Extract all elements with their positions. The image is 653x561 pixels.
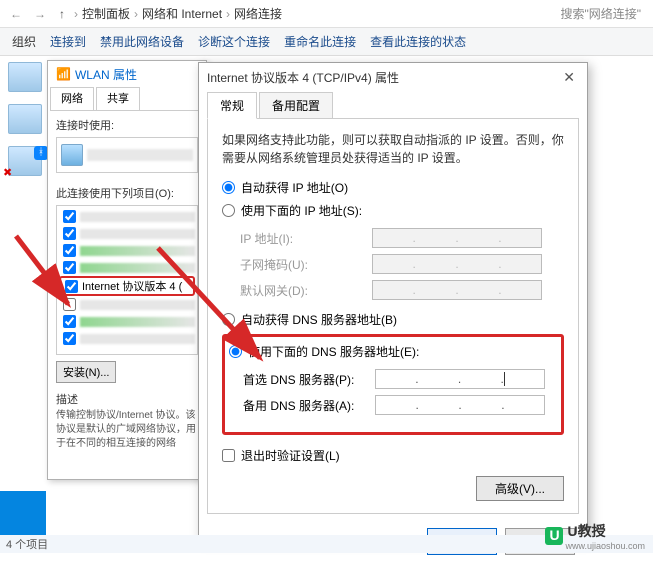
- item-checkbox[interactable]: [63, 332, 76, 345]
- desc-heading: 描述: [56, 391, 198, 407]
- bluetooth-icon: ᚼ: [34, 146, 48, 160]
- list-item[interactable]: [59, 330, 195, 347]
- radio-manual-ip-label: 使用下面的 IP 地址(S):: [241, 202, 362, 219]
- watermark-url: www.ujiaoshou.com: [565, 541, 645, 551]
- nav-fwd-icon: →: [28, 2, 52, 26]
- watermark-brand: U教授: [567, 521, 645, 541]
- item-checkbox[interactable]: [63, 298, 76, 311]
- radio-manual-ip[interactable]: 使用下面的 IP 地址(S):: [222, 202, 564, 219]
- radio-auto-ip-label: 自动获得 IP 地址(O): [241, 179, 348, 196]
- crumb-network-internet[interactable]: 网络和 Internet: [140, 5, 224, 22]
- wifi-icon: 📶: [56, 67, 71, 81]
- toolbar-rename[interactable]: 重命名此连接: [278, 33, 362, 50]
- radio-manual-dns-input[interactable]: [229, 345, 242, 358]
- radio-auto-dns-input[interactable]: [222, 313, 235, 326]
- radio-auto-ip-input[interactable]: [222, 181, 235, 194]
- label-gateway: 默认网关(D):: [240, 282, 372, 299]
- dialog-title: Internet 协议版本 4 (TCP/IPv4) 属性: [207, 69, 399, 86]
- tab-share[interactable]: 共享: [96, 87, 140, 110]
- watermark: U教授 www.ujiaoshou.com: [545, 521, 645, 551]
- input-dns1[interactable]: ...: [375, 369, 545, 389]
- dialog-title-bar: 📶 WLAN 属性: [48, 61, 206, 87]
- toolbar-diagnose[interactable]: 诊断这个连接: [192, 33, 276, 50]
- input-gateway: ...: [372, 280, 542, 300]
- item-label-ipv4: Internet 协议版本 4 (: [82, 278, 182, 294]
- label-ip: IP 地址(I):: [240, 230, 372, 247]
- chevron-right-icon: ›: [134, 7, 138, 21]
- label-mask: 子网掩码(U):: [240, 256, 372, 273]
- watermark-logo-icon: [545, 527, 563, 545]
- radio-manual-ip-input[interactable]: [222, 204, 235, 217]
- help-text: 如果网络支持此功能，则可以获取自动指派的 IP 设置。否则，你需要从网络系统管理…: [222, 131, 564, 167]
- checkbox-verify-input[interactable]: [222, 449, 235, 462]
- radio-manual-dns[interactable]: 使用下面的 DNS 服务器地址(E):: [229, 343, 557, 360]
- radio-auto-dns[interactable]: 自动获得 DNS 服务器地址(B): [222, 311, 564, 328]
- item-checkbox[interactable]: [63, 244, 76, 257]
- dialog-title: WLAN 属性: [75, 66, 137, 83]
- nav-back-icon[interactable]: ←: [4, 2, 28, 26]
- list-item[interactable]: [59, 225, 195, 242]
- tab-network[interactable]: 网络: [50, 87, 94, 110]
- list-item-ipv4[interactable]: Internet 协议版本 4 (: [59, 276, 195, 296]
- list-item[interactable]: [59, 259, 195, 276]
- adapter-name-box: [56, 137, 198, 173]
- toolbar-connect[interactable]: 连接到: [44, 33, 92, 50]
- breadcrumb-bar: ← → ↑ › 控制面板 › 网络和 Internet › 网络连接 搜索"网络…: [0, 0, 653, 28]
- ipv4-properties-dialog: Internet 协议版本 4 (TCP/IPv4) 属性 ✕ 常规 备用配置 …: [198, 62, 588, 540]
- toolbar: 组织 连接到 禁用此网络设备 诊断这个连接 重命名此连接 查看此连接的状态: [0, 28, 653, 56]
- adapter-icon: [61, 144, 83, 166]
- dialog-tabs: 网络 共享: [50, 87, 204, 111]
- adapter-name-blurred: [87, 149, 193, 161]
- radio-auto-dns-label: 自动获得 DNS 服务器地址(B): [241, 311, 397, 328]
- crumb-network-connections[interactable]: 网络连接: [232, 5, 284, 22]
- label-dns1: 首选 DNS 服务器(P):: [243, 371, 375, 388]
- list-item[interactable]: [59, 208, 195, 225]
- label-connect-using: 连接时使用:: [56, 117, 198, 133]
- dialog-tabs: 常规 备用配置: [207, 91, 579, 118]
- item-checkbox[interactable]: [63, 210, 76, 223]
- input-dns2[interactable]: ...: [375, 395, 545, 415]
- toolbar-disable[interactable]: 禁用此网络设备: [94, 33, 190, 50]
- adapter-icon[interactable]: [8, 62, 42, 92]
- toolbar-organize[interactable]: 组织: [6, 33, 42, 50]
- radio-auto-ip[interactable]: 自动获得 IP 地址(O): [222, 179, 564, 196]
- list-item[interactable]: [59, 296, 195, 313]
- checkbox-verify-label: 退出时验证设置(L): [241, 447, 340, 464]
- item-checkbox[interactable]: [63, 315, 76, 328]
- label-items: 此连接使用下列项目(O):: [56, 185, 198, 201]
- advanced-button[interactable]: 高级(V)...: [476, 476, 564, 501]
- dialog-title-bar: Internet 协议版本 4 (TCP/IPv4) 属性 ✕: [199, 63, 587, 91]
- status-item-count: 4 个项目: [6, 536, 48, 552]
- chevron-right-icon: ›: [226, 7, 230, 21]
- nav-up-icon[interactable]: ↑: [52, 4, 72, 24]
- adapter-list: [8, 62, 46, 188]
- wlan-properties-dialog: 📶 WLAN 属性 网络 共享 连接时使用: 此连接使用下列项目(O): Int…: [47, 60, 207, 480]
- list-item[interactable]: [59, 313, 195, 330]
- item-checkbox[interactable]: [65, 280, 78, 293]
- item-checkbox[interactable]: [63, 227, 76, 240]
- crumb-control-panel[interactable]: 控制面板: [80, 5, 132, 22]
- desc-text: 传输控制协议/Internet 协议。该协议是默认的广域网络协议，用于在不同的相…: [56, 410, 196, 449]
- list-item[interactable]: [59, 242, 195, 259]
- input-ip: ...: [372, 228, 542, 248]
- checkbox-verify[interactable]: 退出时验证设置(L): [222, 447, 564, 464]
- taskbar-fragment: [0, 491, 46, 535]
- item-checkbox[interactable]: [63, 261, 76, 274]
- toolbar-status[interactable]: 查看此连接的状态: [364, 33, 472, 50]
- radio-manual-dns-label: 使用下面的 DNS 服务器地址(E):: [248, 343, 419, 360]
- search-box[interactable]: 搜索"网络连接": [560, 5, 641, 22]
- install-button[interactable]: 安装(N)...: [56, 361, 116, 383]
- input-mask: ...: [372, 254, 542, 274]
- chevron-right-icon: ›: [74, 7, 78, 21]
- adapter-icon[interactable]: [8, 104, 42, 134]
- tab-alternate[interactable]: 备用配置: [259, 92, 333, 119]
- close-icon[interactable]: ✕: [559, 69, 579, 86]
- general-panel: 如果网络支持此功能，则可以获取自动指派的 IP 设置。否则，你需要从网络系统管理…: [207, 118, 579, 514]
- label-dns2: 备用 DNS 服务器(A):: [243, 397, 375, 414]
- dns-highlight-box: 使用下面的 DNS 服务器地址(E): 首选 DNS 服务器(P): ... 备…: [222, 334, 564, 435]
- tab-general[interactable]: 常规: [207, 92, 257, 119]
- network-items-list[interactable]: Internet 协议版本 4 (: [56, 205, 198, 355]
